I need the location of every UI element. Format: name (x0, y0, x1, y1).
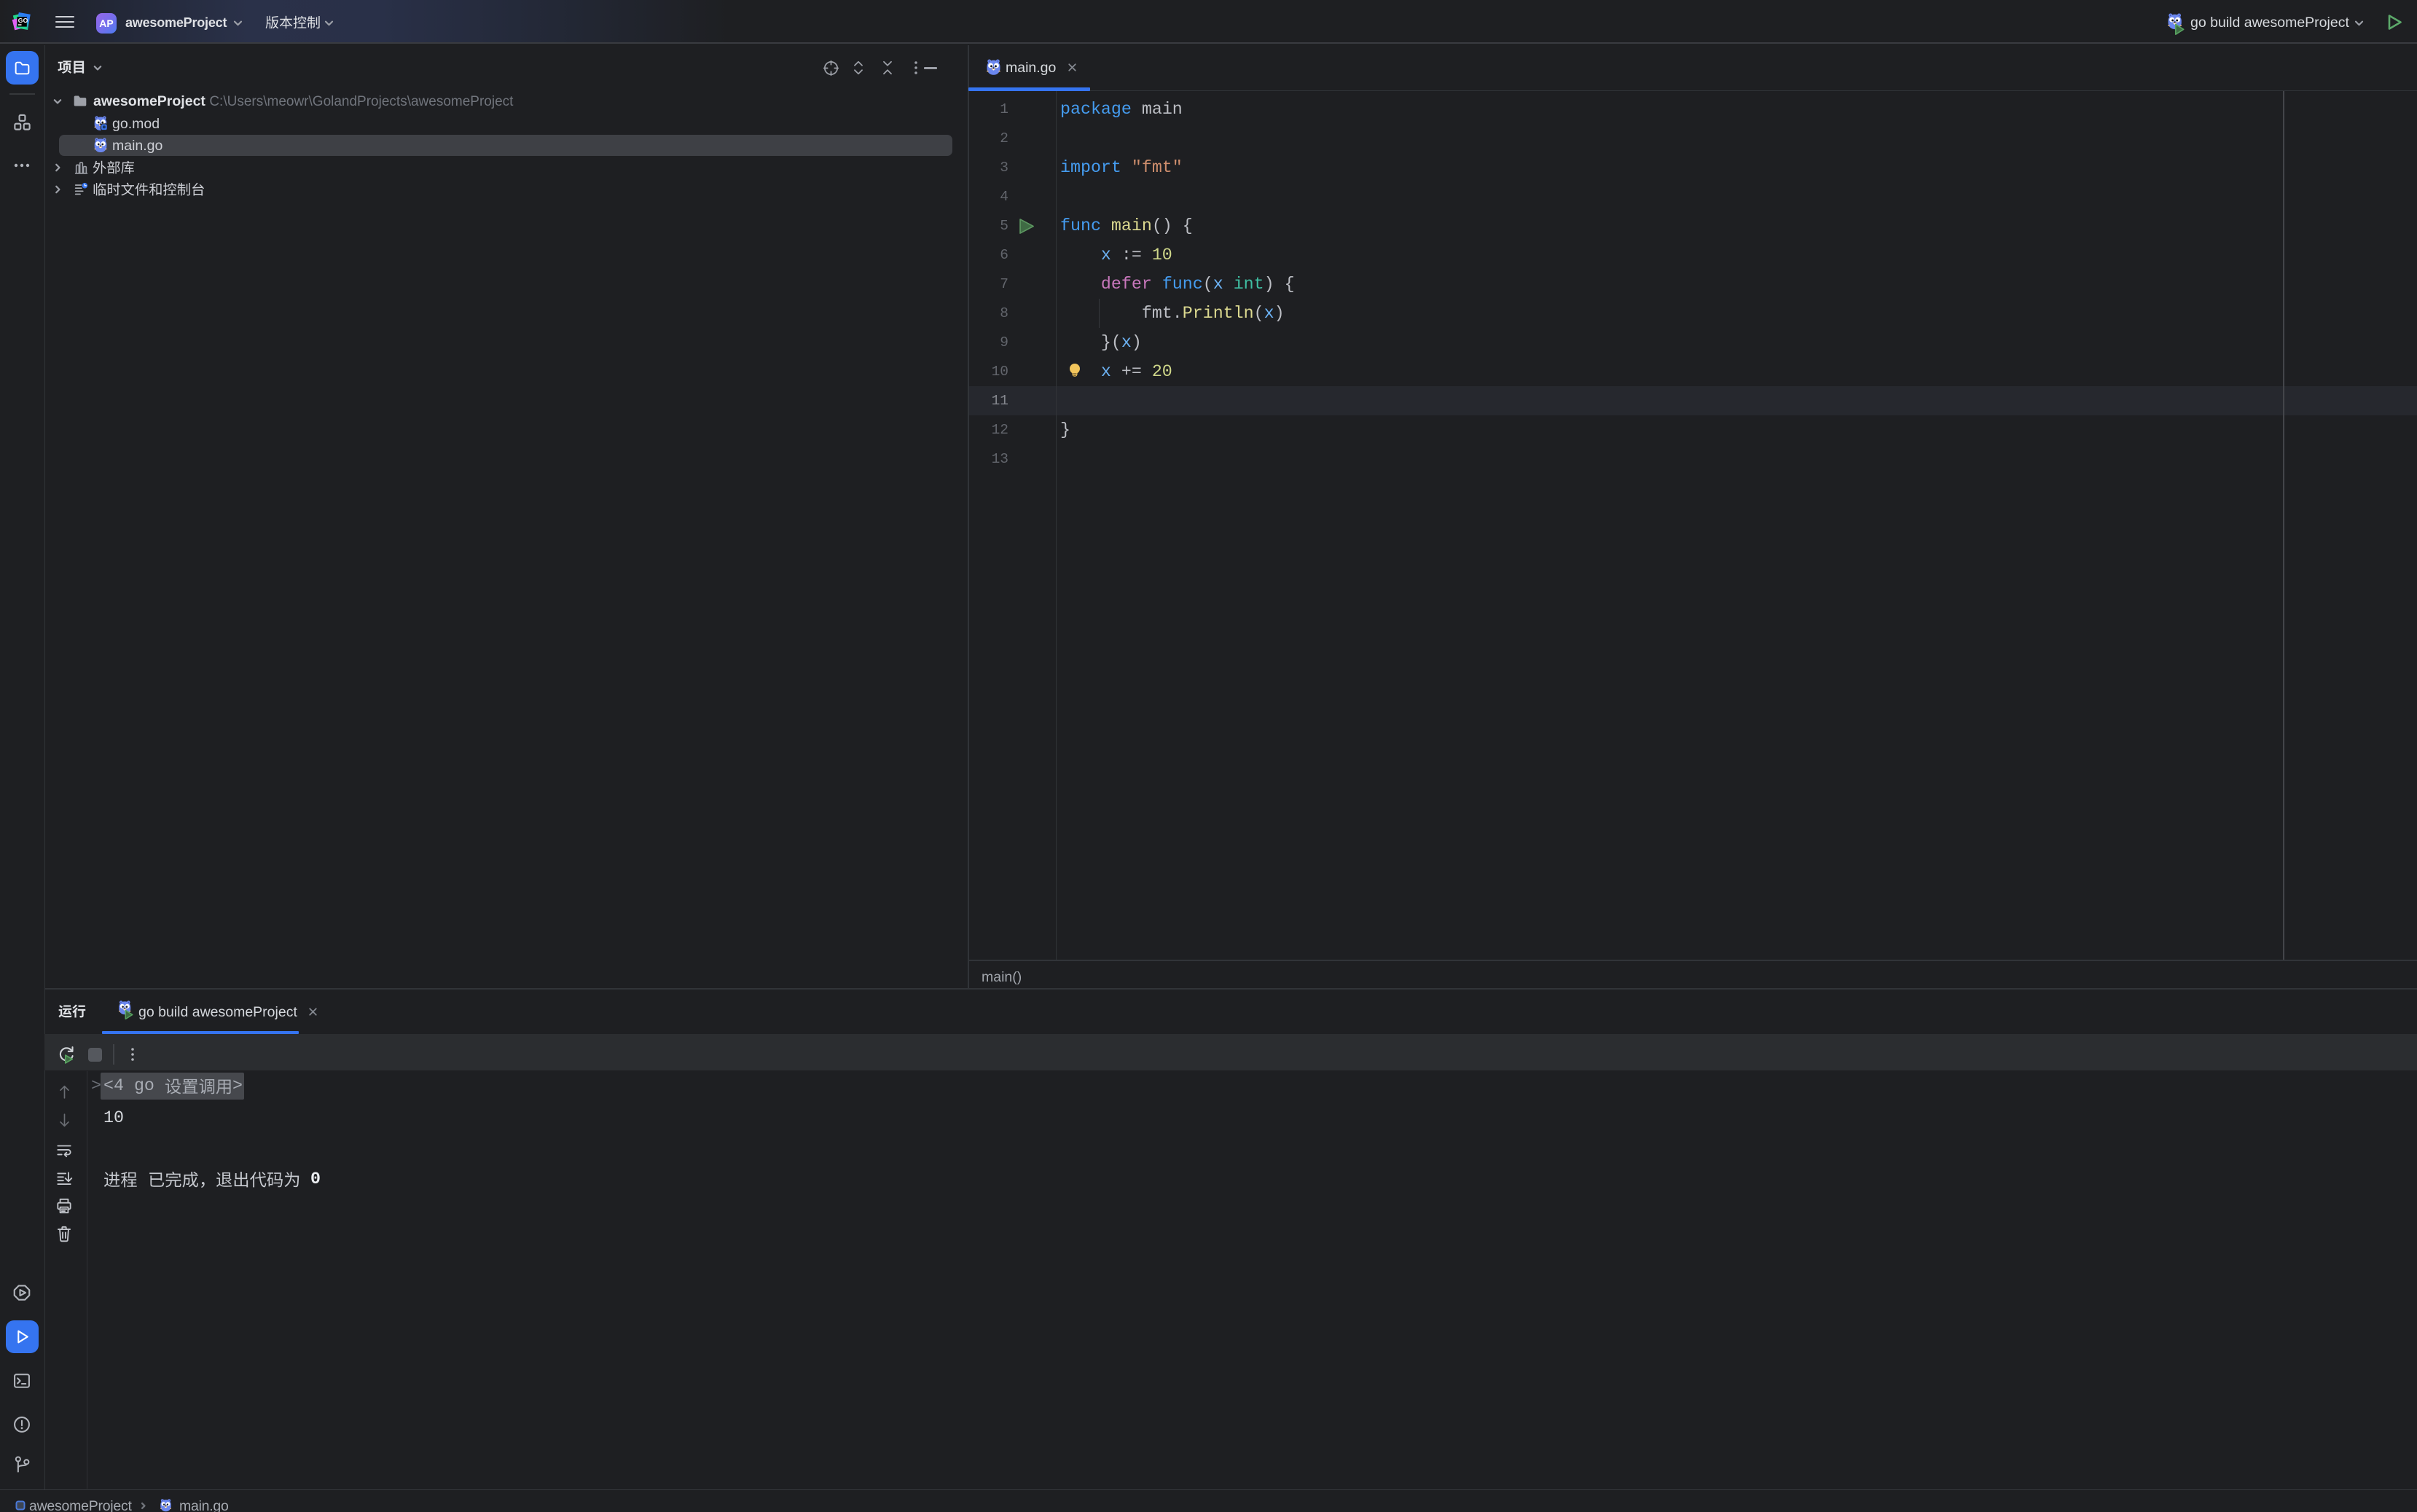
svg-text:GO: GO (18, 17, 28, 24)
